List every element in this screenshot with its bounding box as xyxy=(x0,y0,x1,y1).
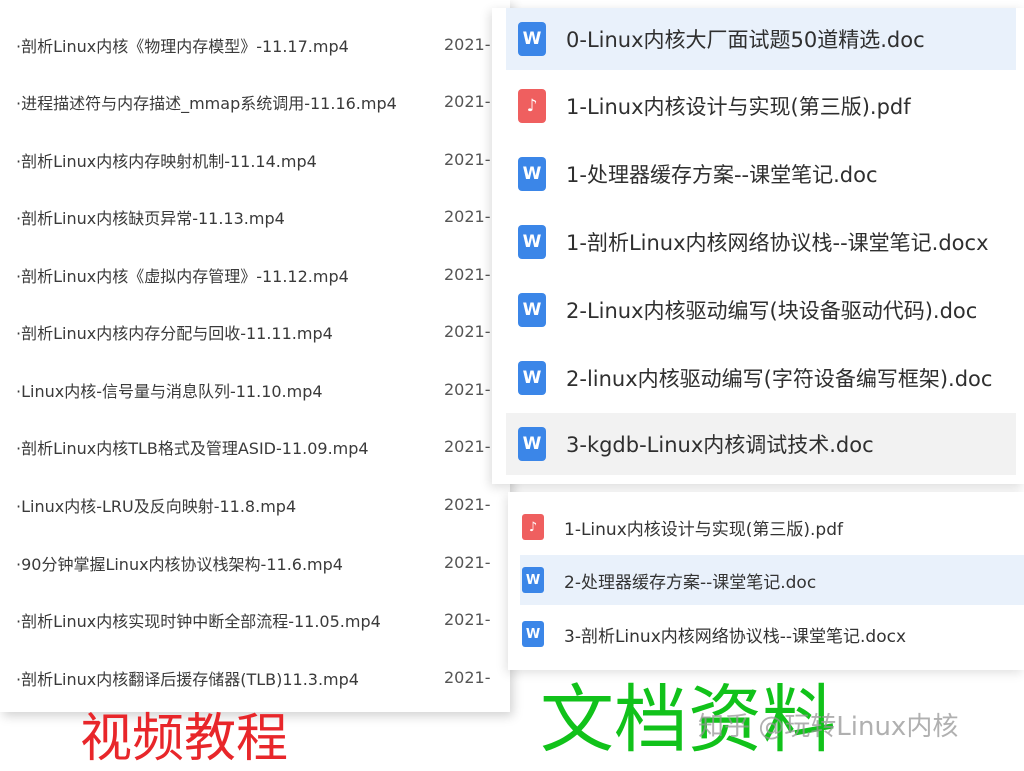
document-list-item[interactable]: W 3-kgdb-Linux内核调试技术.doc xyxy=(506,413,1016,475)
video-list-item[interactable]: ·90分钟掌握Linux内核协议栈架构-11.6.mp4 2021- xyxy=(0,534,510,591)
video-list-panel: ·剖析Linux内核《物理内存模型》-11.17.mp4 2021- ·进程描述… xyxy=(0,0,510,712)
document-file-name: 2-处理器缓存方案--课堂笔记.doc xyxy=(564,572,817,593)
document-list-item[interactable]: W 3-剖析Linux内核网络协议栈--课堂笔记.docx xyxy=(520,609,1024,659)
video-list-item[interactable]: ·剖析Linux内核《虚拟内存管理》-11.12.mp4 2021- xyxy=(0,246,510,303)
document-list-panel-secondary: ♪ 1-Linux内核设计与实现(第三版).pdf W 2-处理器缓存方案--课… xyxy=(508,492,1024,670)
video-file-date: 2021- xyxy=(444,380,491,399)
video-file-date: 2021- xyxy=(444,150,491,169)
video-file-date: 2021- xyxy=(444,553,491,572)
video-file-date: 2021- xyxy=(444,322,491,341)
document-file-name: 3-剖析Linux内核网络协议栈--课堂笔记.docx xyxy=(564,626,907,647)
document-list-item[interactable]: W 0-Linux内核大厂面试题50道精选.doc xyxy=(506,8,1016,70)
video-file-name: ·剖析Linux内核内存映射机制-11.14.mp4 xyxy=(16,151,317,171)
video-file-date: 2021- xyxy=(444,610,491,629)
video-file-name: ·进程描述符与内存描述_mmap系统调用-11.16.mp4 xyxy=(16,93,397,113)
video-file-name: ·剖析Linux内核翻译后援存储器(TLB)11.3.mp4 xyxy=(16,669,359,689)
document-file-name: 1-Linux内核设计与实现(第三版).pdf xyxy=(564,519,843,540)
document-file-name: 2-linux内核驱动编写(字符设备编写框架).doc xyxy=(566,367,993,391)
document-list-item[interactable]: ♪ 1-Linux内核设计与实现(第三版).pdf xyxy=(506,75,1016,137)
video-file-date: 2021- xyxy=(444,92,491,111)
video-list-item[interactable]: ·剖析Linux内核内存映射机制-11.14.mp4 2021- xyxy=(0,131,510,188)
document-file-name: 1-处理器缓存方案--课堂笔记.doc xyxy=(566,163,878,187)
pdf-icon: ♪ xyxy=(518,89,546,123)
video-list-item[interactable]: ·Linux内核-信号量与消息队列-11.10.mp4 2021- xyxy=(0,361,510,418)
word-doc-icon: W xyxy=(522,567,544,593)
video-file-date: 2021- xyxy=(444,265,491,284)
video-list-item[interactable]: ·进程描述符与内存描述_mmap系统调用-11.16.mp4 2021- xyxy=(0,73,510,130)
video-file-name: ·Linux内核-信号量与消息队列-11.10.mp4 xyxy=(16,381,323,401)
word-doc-icon: W xyxy=(518,427,546,461)
video-list-item[interactable]: ·剖析Linux内核实现时钟中断全部流程-11.05.mp4 2021- xyxy=(0,591,510,648)
document-list-item[interactable]: ♪ 1-Linux内核设计与实现(第三版).pdf xyxy=(520,502,1024,552)
video-tutorials-caption: 视频教程 xyxy=(80,709,289,769)
document-list-item[interactable]: W 2-Linux内核驱动编写(块设备驱动代码).doc xyxy=(506,279,1016,341)
document-list-item[interactable]: W 2-linux内核驱动编写(字符设备编写框架).doc xyxy=(506,347,1016,409)
watermark: 知乎 @玩转Linux内核 xyxy=(698,712,959,742)
video-list-item[interactable]: ·Linux内核-LRU及反向映射-11.8.mp4 2021- xyxy=(0,476,510,533)
document-list-panel: W 0-Linux内核大厂面试题50道精选.doc ♪ 1-Linux内核设计与… xyxy=(492,8,1024,484)
document-list-item[interactable]: W 2-处理器缓存方案--课堂笔记.doc xyxy=(520,555,1024,605)
document-file-name: 0-Linux内核大厂面试题50道精选.doc xyxy=(566,28,925,52)
document-list-item[interactable]: W 1-处理器缓存方案--课堂笔记.doc xyxy=(506,143,1016,205)
document-file-name: 1-Linux内核设计与实现(第三版).pdf xyxy=(566,95,911,119)
document-list-item[interactable]: W 1-剖析Linux内核网络协议栈--课堂笔记.docx xyxy=(506,211,1016,273)
video-file-date: 2021- xyxy=(444,437,491,456)
video-file-date: 2021- xyxy=(444,35,491,54)
word-doc-icon: W xyxy=(518,361,546,395)
video-list-item[interactable]: ·剖析Linux内核缺页异常-11.13.mp4 2021- xyxy=(0,188,510,245)
video-file-name: ·剖析Linux内核TLB格式及管理ASID-11.09.mp4 xyxy=(16,438,369,458)
word-doc-icon: W xyxy=(518,225,546,259)
video-file-date: 2021- xyxy=(444,668,491,687)
word-doc-icon: W xyxy=(522,621,544,647)
video-file-name: ·剖析Linux内核《物理内存模型》-11.17.mp4 xyxy=(16,36,349,56)
video-file-name: ·剖析Linux内核实现时钟中断全部流程-11.05.mp4 xyxy=(16,611,381,631)
video-file-name: ·90分钟掌握Linux内核协议栈架构-11.6.mp4 xyxy=(16,554,343,574)
word-doc-icon: W xyxy=(518,293,546,327)
video-file-date: 2021- xyxy=(444,495,491,514)
video-file-name: ·剖析Linux内核内存分配与回收-11.11.mp4 xyxy=(16,323,333,343)
video-file-name: ·剖析Linux内核缺页异常-11.13.mp4 xyxy=(16,208,285,228)
video-list-item[interactable]: ·剖析Linux内核《物理内存模型》-11.17.mp4 2021- xyxy=(0,16,510,73)
video-list-item[interactable]: ·剖析Linux内核内存分配与回收-11.11.mp4 2021- xyxy=(0,303,510,360)
document-file-name: 2-Linux内核驱动编写(块设备驱动代码).doc xyxy=(566,299,978,323)
document-file-name: 3-kgdb-Linux内核调试技术.doc xyxy=(566,433,874,457)
video-list-item[interactable]: ·剖析Linux内核TLB格式及管理ASID-11.09.mp4 2021- xyxy=(0,418,510,475)
word-doc-icon: W xyxy=(518,157,546,191)
video-file-name: ·剖析Linux内核《虚拟内存管理》-11.12.mp4 xyxy=(16,266,349,286)
document-file-name: 1-剖析Linux内核网络协议栈--课堂笔记.docx xyxy=(566,231,989,255)
pdf-icon: ♪ xyxy=(522,514,544,540)
video-file-name: ·Linux内核-LRU及反向映射-11.8.mp4 xyxy=(16,496,297,516)
video-file-date: 2021- xyxy=(444,207,491,226)
word-doc-icon: W xyxy=(518,22,546,56)
